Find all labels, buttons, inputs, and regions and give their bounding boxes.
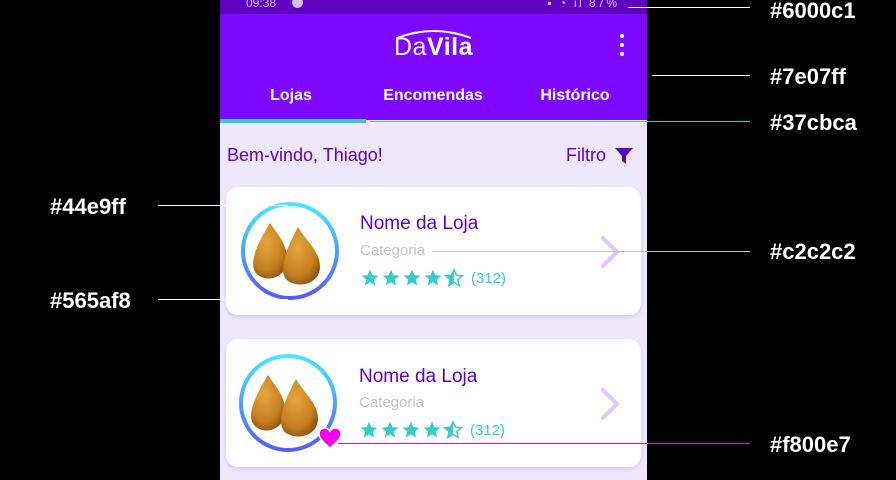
star-half-icon (444, 268, 464, 288)
star-full-icon (424, 269, 442, 286)
funnel-icon (615, 147, 633, 164)
annotation-favorite-color: #f800e7 (770, 432, 851, 457)
favorite-heart-icon[interactable] (318, 427, 342, 449)
star-half-icon (443, 420, 463, 440)
store-name: Nome da Loja (360, 213, 479, 234)
tab-indicator (220, 119, 366, 123)
welcome-message: Bem-vindo, Thiago! (227, 145, 383, 165)
filter-button[interactable]: Filtro (566, 145, 634, 166)
status-bar: 09:38 ▪ ◔ ıl 87% (220, 0, 647, 14)
annotation-line (432, 251, 750, 252)
annotation-ring-top-color: #44e9ff (50, 194, 126, 219)
annotation-tab-indicator-color: #37cbca (770, 110, 857, 135)
phone-screen: 09:38 ▪ ◔ ıl 87% DaVila Lojas Encomendas… (220, 0, 647, 480)
star-full-icon (381, 421, 399, 438)
annotation-status-bar-color: #6000c1 (770, 0, 856, 23)
status-time: 09:38 (246, 0, 277, 10)
annotation-line (338, 443, 750, 444)
review-count: (312) (470, 421, 506, 439)
annotation-line (158, 205, 288, 206)
status-icons: ▪ ◔ ıl 87% (547, 0, 619, 10)
star-full-icon (403, 269, 421, 286)
logo-text-bold: Vila (426, 33, 473, 61)
store-rating: (312) (360, 267, 506, 289)
annotation-app-bar-color: #7e07ff (770, 64, 846, 89)
review-count: (312) (471, 269, 507, 287)
filter-label: Filtro (566, 145, 606, 165)
tab-bar: Lojas Encomendas Histórico (220, 84, 647, 120)
overflow-menu-icon[interactable] (616, 34, 628, 56)
store-rating: (312) (359, 419, 505, 441)
logo-text-light: Da (394, 33, 427, 61)
tab-encomendas[interactable]: Encomendas (362, 84, 504, 120)
annotation-category-color: #c2c2c2 (770, 239, 856, 264)
annotation-line (158, 299, 288, 300)
store-avatar (240, 201, 340, 301)
app-logo: DaVila (220, 33, 647, 62)
star-full-icon (361, 269, 379, 286)
tab-lojas[interactable]: Lojas (220, 84, 362, 120)
annotation-line (370, 121, 750, 122)
star-full-icon (423, 421, 441, 438)
star-full-icon (382, 269, 400, 286)
chevron-right-icon (601, 236, 619, 268)
tab-historico[interactable]: Histórico (504, 84, 646, 120)
store-category: Categoria (360, 242, 426, 259)
store-name: Nome da Loja (359, 366, 478, 387)
star-full-icon (360, 421, 378, 438)
annotation-line (652, 75, 750, 76)
star-full-icon (402, 421, 420, 438)
store-card[interactable]: Nome da Loja Categoria (312) (226, 339, 641, 467)
annotation-line (628, 7, 750, 8)
facebook-notification-icon (292, 0, 303, 8)
store-category: Categoria (359, 394, 425, 411)
annotation-ring-bottom-color: #565af8 (50, 288, 131, 313)
chevron-right-icon (601, 388, 619, 420)
app-bar: DaVila Lojas Encomendas Histórico (220, 14, 647, 120)
